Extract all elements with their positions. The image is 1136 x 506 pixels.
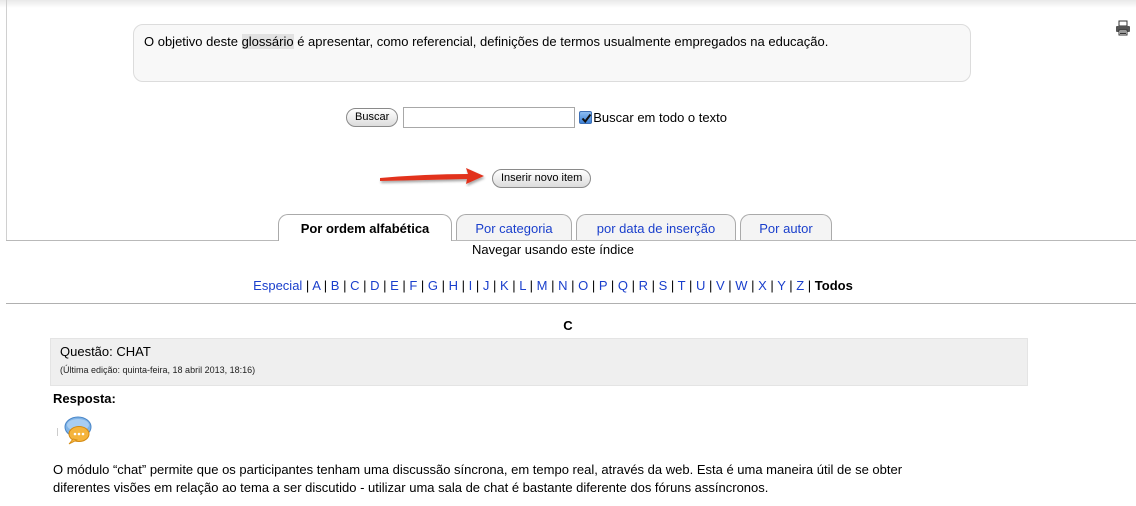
printer-icon[interactable]	[1115, 20, 1131, 36]
index-separator: |	[379, 278, 391, 293]
index-link-p[interactable]: P	[599, 278, 607, 293]
index-separator: |	[567, 278, 579, 293]
index-link-q[interactable]: Q	[618, 278, 628, 293]
index-link-h[interactable]: H	[449, 278, 458, 293]
checkmark-icon	[582, 113, 592, 123]
tab-category[interactable]: Por categoria	[456, 214, 572, 240]
index-separator: |	[685, 278, 696, 293]
intro-highlight: glossário	[241, 34, 294, 49]
index-separator: |	[627, 278, 639, 293]
index-separator: |	[588, 278, 599, 293]
index-link-special[interactable]: Especial	[253, 278, 302, 293]
intro-text-before: O objetivo deste	[144, 34, 242, 49]
glossary-intro-box: O objetivo deste glossário é apresentar,…	[133, 24, 971, 82]
search-fulltext-checkbox[interactable]	[579, 110, 593, 124]
index-link-s[interactable]: S	[659, 278, 668, 293]
index-separator: |	[526, 278, 537, 293]
index-link-r[interactable]: R	[639, 278, 648, 293]
index-separator: |	[667, 278, 678, 293]
answer-text: O módulo “chat” permite que os participa…	[53, 461, 1028, 497]
index-link-e[interactable]: E	[390, 278, 399, 293]
index-separator: |	[607, 278, 618, 293]
index-link-v[interactable]: V	[716, 278, 725, 293]
index-separator: |	[472, 278, 483, 293]
answer-text-line-1: O módulo “chat” permite que os participa…	[53, 462, 903, 477]
index-link-o[interactable]: O	[578, 278, 588, 293]
answer-label: Resposta:	[53, 391, 116, 406]
search-row: Buscar Buscar em todo o texto	[346, 106, 727, 128]
index-link-m[interactable]: M	[537, 278, 548, 293]
index-separator: |	[508, 278, 520, 293]
index-separator: |	[438, 278, 449, 293]
search-button[interactable]: Buscar	[346, 107, 399, 127]
index-separator: |	[766, 278, 778, 293]
entry-title: Questão: CHAT	[60, 344, 151, 359]
index-link-g[interactable]: G	[428, 278, 438, 293]
alphabet-index: Especial | A | B | C | D | E | F | G | H…	[0, 278, 1106, 293]
index-separator: |	[804, 278, 815, 293]
search-fulltext-label: Buscar em todo o texto	[593, 109, 727, 125]
index-all-current: Todos	[814, 278, 853, 293]
index-separator: |	[647, 278, 659, 293]
index-separator: |	[359, 278, 371, 293]
index-separator: |	[747, 278, 759, 293]
insert-new-item-button[interactable]: Inserir novo item	[492, 169, 592, 188]
index-link-u[interactable]: U	[696, 278, 705, 293]
index-separator: |	[302, 278, 313, 293]
index-link-z[interactable]: Z	[796, 278, 804, 293]
intro-text-after: é apresentar, como referencial, definiçõ…	[293, 34, 829, 49]
index-separator: |	[339, 278, 351, 293]
search-input[interactable]	[403, 106, 576, 128]
entry-header	[50, 338, 1028, 386]
index-separator: |	[398, 278, 410, 293]
index-separator: |	[705, 278, 716, 293]
chat-bubbles-icon	[57, 416, 92, 445]
index-separator: |	[547, 278, 559, 293]
index-separator: |	[417, 278, 428, 293]
index-link-x[interactable]: X	[758, 278, 767, 293]
tab-alphabetical[interactable]: Por ordem alfabética	[278, 214, 452, 241]
tab-date[interactable]: por data de inserção	[576, 214, 736, 240]
index-link-k[interactable]: K	[500, 278, 509, 293]
top-shadow	[0, 0, 1136, 8]
index-link-w[interactable]: W	[735, 278, 747, 293]
answer-text-line-2: diferentes visões em relação ao tema a s…	[53, 480, 769, 495]
section-letter: C	[563, 318, 573, 333]
index-separator: |	[458, 278, 469, 293]
index-separator: |	[320, 278, 331, 293]
tab-author[interactable]: Por autor	[740, 214, 832, 240]
index-link-y[interactable]: Y	[777, 278, 785, 293]
index-separator: |	[724, 278, 736, 293]
index-link-l[interactable]: L	[519, 278, 526, 293]
browse-heading: Navegar usando este índice	[472, 242, 634, 257]
index-separator: |	[785, 278, 797, 293]
arrow-right-icon	[380, 168, 484, 184]
entry-last-edited: (Última edição: quinta-feira, 18 abril 2…	[60, 365, 256, 375]
index-link-a[interactable]: A	[312, 278, 320, 293]
index-separator: |	[489, 278, 500, 293]
divider	[6, 303, 1136, 304]
